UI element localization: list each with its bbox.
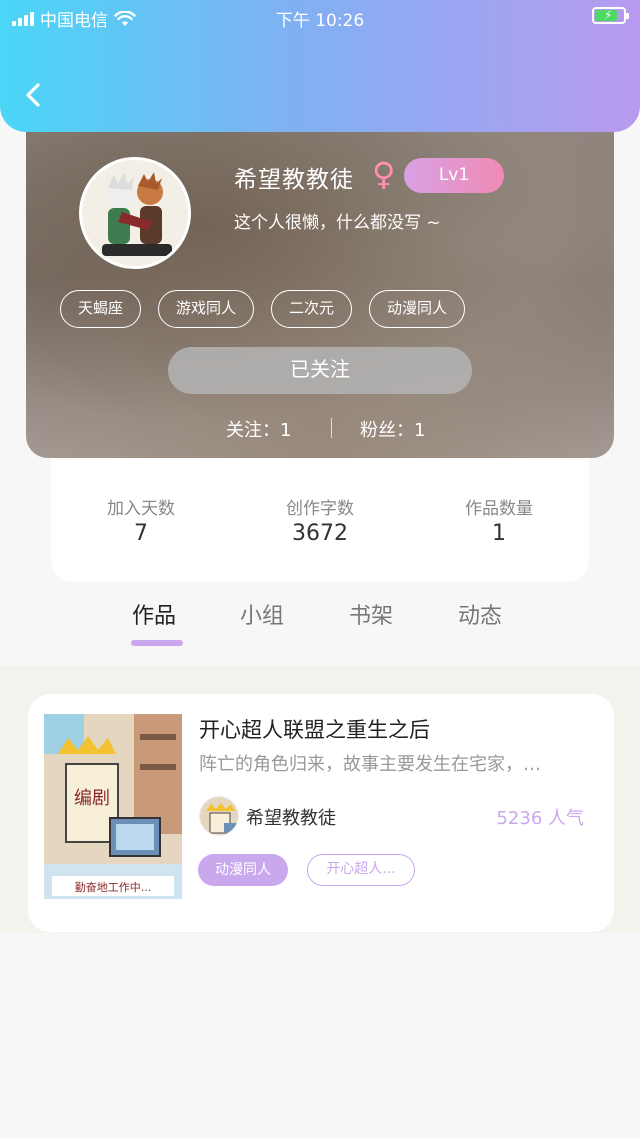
info-works: 作品数量 1 (409, 494, 589, 546)
followed-button[interactable]: 已关注 (168, 347, 472, 394)
chevron-left-icon (26, 83, 40, 107)
author-avatar-illustration (200, 797, 238, 835)
work-card[interactable]: 编剧 勤奋地工作中... 开心超人联盟之重生之后 阵亡的角色归来，故事主要发生在… (28, 694, 614, 932)
profile-tag[interactable]: 天蝎座 (60, 290, 142, 328)
works-label: 作品数量 (465, 499, 533, 519)
days-label: 加入天数 (107, 499, 175, 519)
battery-icon: ⚡ (592, 7, 629, 24)
info-words: 创作字数 3672 (230, 494, 410, 546)
active-tab-indicator (131, 640, 183, 646)
status-time: 下午 10:26 (275, 11, 365, 31)
stats-divider (331, 418, 332, 438)
info-days: 加入天数 7 (51, 494, 231, 546)
work-tag[interactable]: 动漫同人 (198, 854, 288, 886)
work-cover[interactable]: 编剧 勤奋地工作中... (44, 714, 182, 899)
user-bio: 这个人很懒，什么都没写 ~ (234, 213, 441, 233)
works-value: 1 (492, 521, 506, 546)
profile-tags: 天蝎座 游戏同人 二次元 动漫同人 (60, 290, 466, 328)
words-label: 创作字数 (286, 499, 354, 519)
cover-sign-text: 编剧 (74, 788, 110, 809)
profile-tag[interactable]: 二次元 (271, 290, 353, 328)
user-avatar[interactable] (79, 157, 191, 269)
popularity-count: 5236 人气 (496, 808, 584, 829)
status-bar: 中国电信 下午 10:26 ⚡ (0, 0, 640, 34)
work-description: 阵亡的角色归来，故事主要发生在宅家，… (199, 754, 541, 775)
user-nickname: 希望教教徒 (234, 167, 354, 193)
back-button[interactable] (18, 80, 48, 110)
tab-groups[interactable]: 小组 (240, 598, 284, 630)
tab-activity[interactable]: 动态 (458, 598, 502, 630)
profile-tag[interactable]: 动漫同人 (369, 290, 466, 328)
tab-works[interactable]: 作品 (132, 598, 176, 630)
content-tabs: 作品 小组 书架 动态 (0, 598, 640, 658)
author-avatar[interactable] (199, 796, 239, 836)
female-gender-icon: ♀ (372, 155, 396, 193)
avatar-illustration (82, 160, 188, 266)
level-badge: Lv1 (404, 158, 504, 193)
cover-banner-text: 勤奋地工作中... (75, 880, 152, 894)
profile-card: 希望教教徒 ♀ Lv1 这个人很懒，什么都没写 ~ 天蝎座 游戏同人 二次元 动… (26, 100, 614, 458)
work-tag[interactable]: 开心超人... (307, 854, 415, 886)
following-count[interactable]: 关注：1 (226, 416, 291, 442)
tab-bookshelf[interactable]: 书架 (349, 598, 393, 630)
author-name[interactable]: 希望教教徒 (246, 804, 336, 830)
profile-page: 中国电信 下午 10:26 ⚡ 希望教教徒 ♀ Lv1 这个人很懒，什么都没写 … (0, 0, 640, 1138)
work-title[interactable]: 开心超人联盟之重生之后 (199, 714, 430, 744)
fans-count[interactable]: 粉丝：1 (360, 416, 425, 442)
profile-tag[interactable]: 游戏同人 (158, 290, 255, 328)
words-value: 3672 (292, 521, 348, 546)
info-card: 加入天数 7 创作字数 3672 作品数量 1 (51, 440, 589, 582)
cover-illustration: 编剧 勤奋地工作中... (44, 714, 182, 899)
days-value: 7 (134, 521, 148, 546)
